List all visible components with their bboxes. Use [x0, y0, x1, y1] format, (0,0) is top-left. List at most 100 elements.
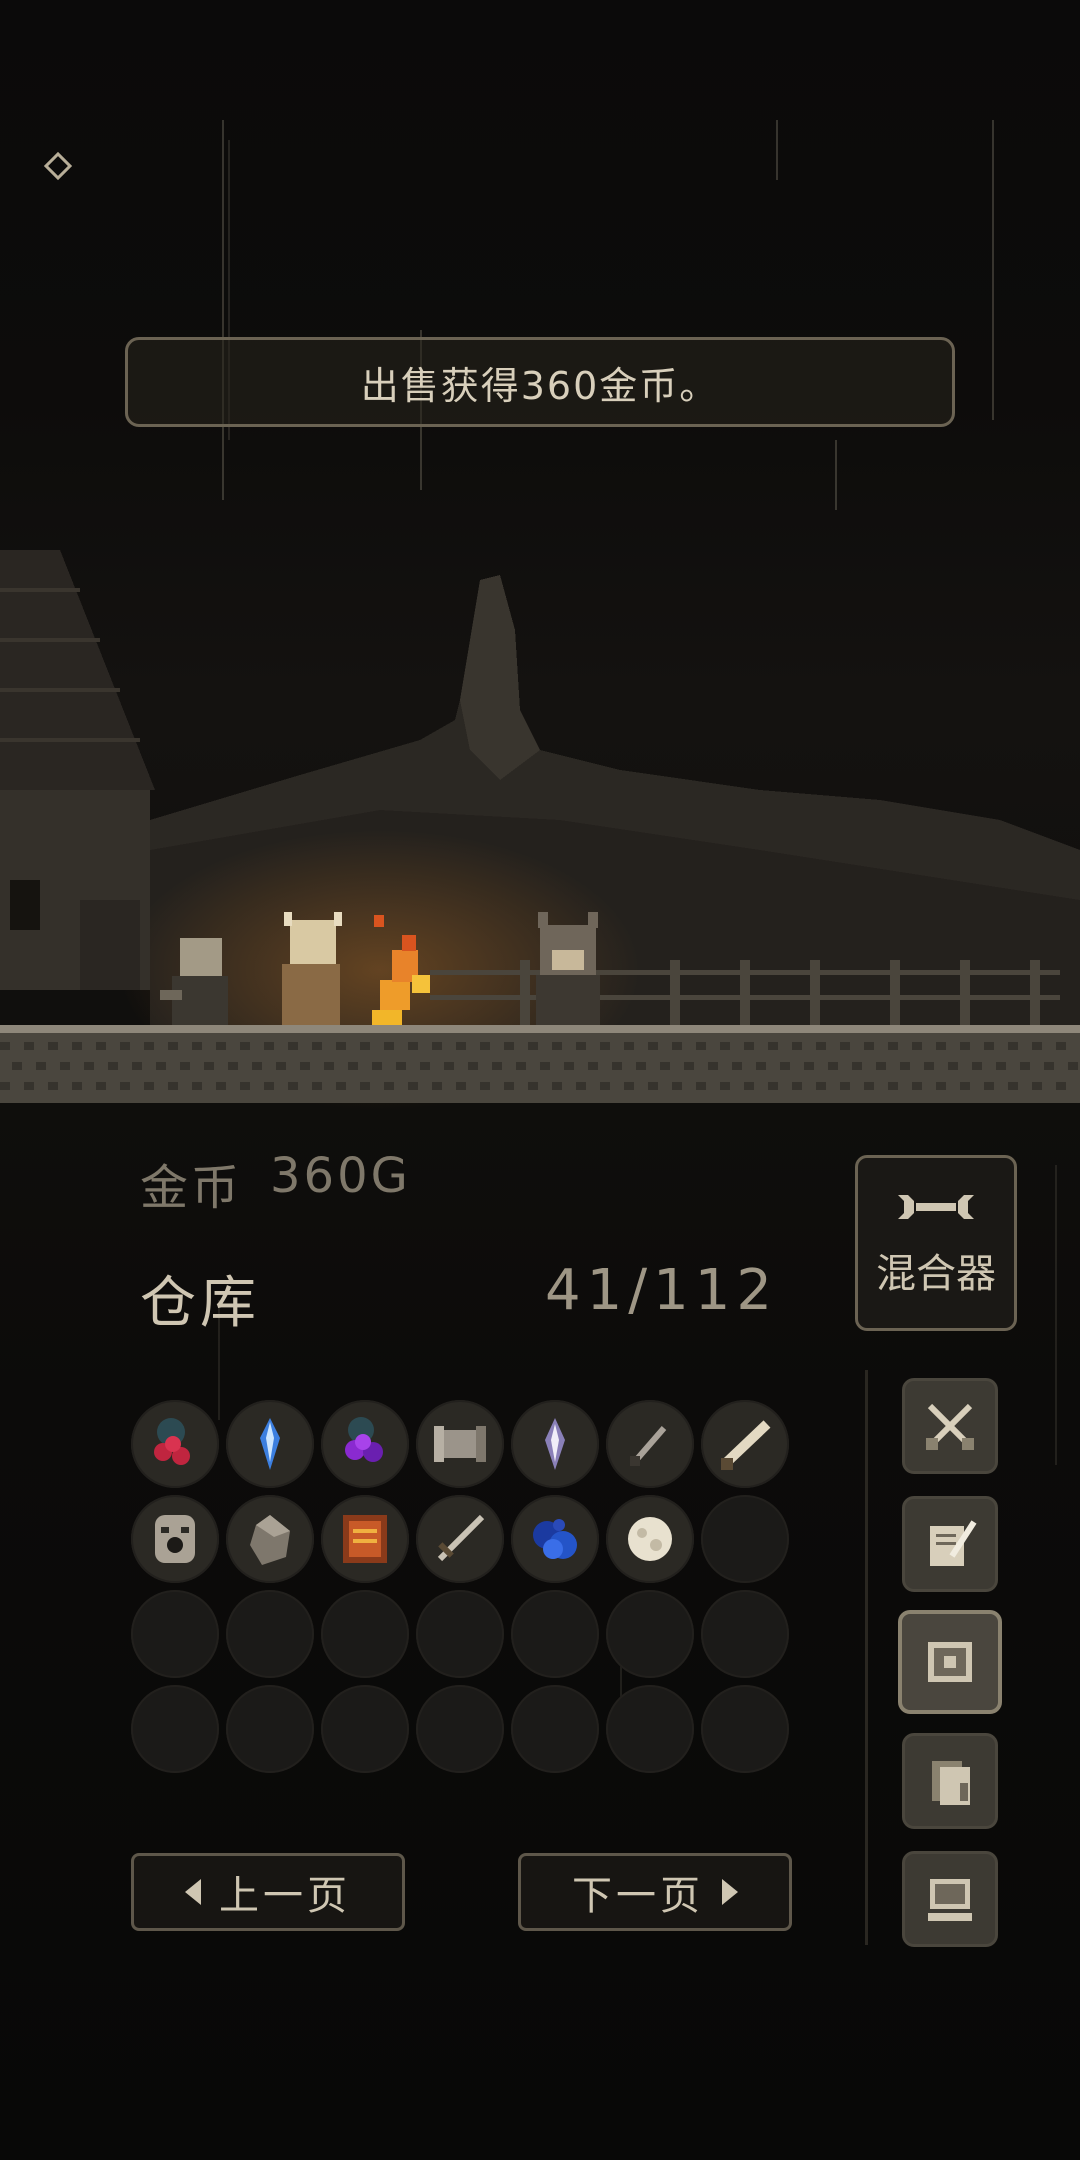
- mixer-label: 混合器: [876, 1251, 996, 1297]
- horned-character: [282, 912, 342, 1026]
- cobble: [672, 1082, 682, 1090]
- blue-orb-icon: [533, 1519, 577, 1559]
- cobble: [48, 1082, 58, 1090]
- menu-diamond-icon[interactable]: [43, 151, 73, 181]
- gold-display: 金币 360G: [140, 1148, 411, 1218]
- mountain-shade: [460, 575, 540, 780]
- inventory-slot[interactable]: [606, 1495, 694, 1583]
- cobble: [1020, 1062, 1030, 1070]
- next-page-label: 下一页: [572, 1873, 704, 1919]
- cobble: [456, 1042, 466, 1050]
- cobble: [12, 1062, 22, 1070]
- inventory-slot[interactable]: [511, 1590, 599, 1678]
- inventory-slot[interactable]: [321, 1400, 409, 1488]
- inventory-slot[interactable]: [606, 1685, 694, 1773]
- inventory-slot[interactable]: [701, 1685, 789, 1773]
- cobble: [288, 1082, 298, 1090]
- equipment-tab-button[interactable]: [902, 1378, 998, 1474]
- inventory-slot[interactable]: [416, 1495, 504, 1583]
- cobble: [696, 1042, 706, 1050]
- cobble: [264, 1082, 274, 1090]
- cobble: [444, 1062, 454, 1070]
- cobble: [108, 1062, 118, 1070]
- cobble: [372, 1062, 382, 1070]
- mixer-button[interactable]: 混合器: [855, 1155, 1017, 1331]
- cobble: [72, 1082, 82, 1090]
- cobble: [120, 1082, 130, 1090]
- inventory-slot[interactable]: [701, 1590, 789, 1678]
- white-crystal-icon: [545, 1418, 565, 1470]
- cobble: [600, 1042, 610, 1050]
- cobble: [1008, 1042, 1018, 1050]
- cobble: [768, 1082, 778, 1090]
- cobble: [120, 1042, 130, 1050]
- inventory-slot[interactable]: [606, 1590, 694, 1678]
- cobble: [972, 1062, 982, 1070]
- inventory-slot[interactable]: [226, 1685, 314, 1773]
- inventory-slot[interactable]: [226, 1400, 314, 1488]
- inventory-slot[interactable]: [606, 1400, 694, 1488]
- cobble: [528, 1042, 538, 1050]
- inventory-slot[interactable]: [321, 1590, 409, 1678]
- spellbook-icon: [343, 1515, 387, 1563]
- cobble: [72, 1042, 82, 1050]
- crossed-swords-icon: [926, 1403, 974, 1450]
- cobble: [216, 1042, 226, 1050]
- cobble: [696, 1082, 706, 1090]
- cobble: [936, 1082, 946, 1090]
- inventory-slot[interactable]: [226, 1495, 314, 1583]
- cobble: [552, 1082, 562, 1090]
- cobble: [228, 1062, 238, 1070]
- sale-toast: 出售获得360金币。: [125, 337, 955, 427]
- gold-value: 360G: [270, 1148, 411, 1204]
- cobble: [204, 1062, 214, 1070]
- arrow-left-icon: [185, 1879, 201, 1905]
- inventory-slot[interactable]: [416, 1590, 504, 1678]
- records-tab-button[interactable]: [902, 1733, 998, 1829]
- inventory-slot[interactable]: [131, 1400, 219, 1488]
- cobble: [240, 1082, 250, 1090]
- rain-streak: [776, 120, 778, 180]
- inventory-slot[interactable]: [321, 1495, 409, 1583]
- red-berries-icon: [154, 1418, 190, 1465]
- cobble: [504, 1042, 514, 1050]
- cobble: [276, 1062, 286, 1070]
- cobble: [1032, 1042, 1042, 1050]
- inventory-slot[interactable]: [131, 1685, 219, 1773]
- cobble: [1044, 1062, 1054, 1070]
- next-page-button[interactable]: 下一页: [518, 1853, 792, 1931]
- storage-box-icon: [928, 1642, 972, 1682]
- arrow-right-icon: [722, 1879, 738, 1905]
- inventory-slot[interactable]: [416, 1400, 504, 1488]
- inventory-slot[interactable]: [511, 1400, 599, 1488]
- cobble: [480, 1042, 490, 1050]
- prev-page-button[interactable]: 上一页: [131, 1853, 405, 1931]
- cobble: [168, 1042, 178, 1050]
- cobble: [864, 1042, 874, 1050]
- system-tab-button[interactable]: [902, 1851, 998, 1947]
- cobble: [744, 1042, 754, 1050]
- cobble: [396, 1062, 406, 1070]
- inventory-slot[interactable]: [131, 1590, 219, 1678]
- inventory-slot[interactable]: [701, 1495, 789, 1583]
- inventory-slot[interactable]: [701, 1400, 789, 1488]
- inventory-slot[interactable]: [131, 1495, 219, 1583]
- cobble: [708, 1062, 718, 1070]
- cobble: [816, 1082, 826, 1090]
- quest-tab-button[interactable]: [902, 1496, 998, 1592]
- storage-tab-button[interactable]: [898, 1610, 1002, 1714]
- inventory-slot[interactable]: [511, 1495, 599, 1583]
- inventory-slot[interactable]: [321, 1685, 409, 1773]
- panel-divider: [865, 1370, 868, 1945]
- cobble: [240, 1042, 250, 1050]
- cobble: [336, 1082, 346, 1090]
- cobble: [744, 1082, 754, 1090]
- cobble: [588, 1062, 598, 1070]
- cobble: [24, 1082, 34, 1090]
- cobble: [960, 1042, 970, 1050]
- cobble: [156, 1062, 166, 1070]
- gold-label: 金币: [140, 1160, 243, 1216]
- inventory-slot[interactable]: [416, 1685, 504, 1773]
- inventory-slot[interactable]: [511, 1685, 599, 1773]
- inventory-slot[interactable]: [226, 1590, 314, 1678]
